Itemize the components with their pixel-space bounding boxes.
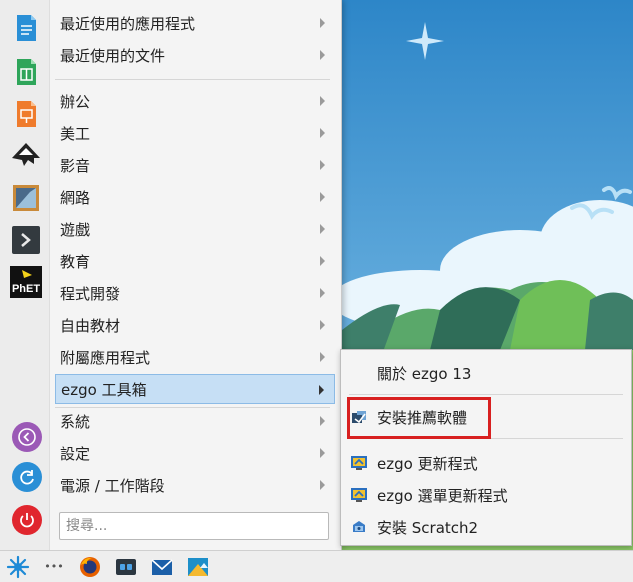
chevron-right-icon — [320, 352, 325, 362]
ezgo-menu-updater-item[interactable]: ezgo 選單更新程式 — [341, 480, 631, 510]
highlight-annotation-box — [347, 397, 491, 439]
menu-category-label: 最近使用的應用程式 — [60, 14, 196, 33]
menu-category-item[interactable]: 自由教材 — [55, 310, 335, 340]
ezgo-launcher-icon[interactable] — [6, 555, 30, 579]
about-ezgo-item[interactable]: 關於 ezgo 13 — [341, 358, 631, 388]
submenu-item-label: 安裝 Scratch2 — [377, 518, 479, 537]
menu-category-label: 電源 / 工作階段 — [60, 476, 165, 495]
chevron-right-icon — [320, 256, 325, 266]
submenu-item-label: 關於 ezgo 13 — [377, 364, 472, 383]
separator — [55, 79, 330, 80]
menu-category-label: 系統 — [60, 412, 91, 431]
refresh-icon[interactable] — [12, 462, 42, 492]
menu-category-label: 自由教材 — [60, 316, 121, 335]
menu-category-item[interactable]: 電源 / 工作階段 — [55, 470, 335, 500]
separator — [55, 407, 330, 408]
phet-label: PhET — [12, 283, 40, 295]
menu-category-label: 教育 — [60, 252, 91, 271]
menu-category-label: 最近使用的文件 — [60, 46, 166, 65]
chevron-right-icon — [320, 416, 325, 426]
menu-category-item[interactable]: 系統 — [55, 406, 335, 436]
chevron-right-icon — [319, 385, 324, 395]
scratch-icon — [351, 519, 367, 535]
chevron-right-icon — [320, 18, 325, 28]
document-writer-icon[interactable] — [10, 12, 42, 44]
menu-category-label: 美工 — [60, 124, 91, 143]
menu-category-label: 遊戲 — [60, 220, 91, 239]
menu-category-item[interactable]: ezgo 工具箱 — [55, 374, 335, 404]
application-menu: PhET 最近使用的應用程式 最近使用的文件 辦公美工影音網路遊戲教育程式開發自由教… — [0, 0, 342, 550]
chevron-right-icon — [320, 192, 325, 202]
chevron-right-icon — [320, 480, 325, 490]
submenu-item-label: ezgo 選單更新程式 — [377, 486, 508, 505]
search-input[interactable] — [59, 512, 329, 540]
update-icon — [351, 455, 367, 471]
chevron-right-icon — [320, 288, 325, 298]
menu-category-item[interactable]: 最近使用的應用程式 — [55, 8, 335, 38]
chevron-right-icon — [320, 128, 325, 138]
image-editor-icon[interactable] — [186, 555, 210, 579]
menu-category-item[interactable]: 影音 — [55, 150, 335, 180]
more-icon[interactable]: ••• — [42, 555, 66, 579]
inkscape-icon[interactable] — [10, 140, 42, 172]
menu-category-label: 網路 — [60, 188, 91, 207]
spreadsheet-icon[interactable] — [10, 56, 42, 88]
favorites-column: PhET — [0, 0, 50, 550]
ezgo-toolbox-submenu: 關於 ezgo 13 安裝推薦軟體 ezgo 更新程式 ezgo 選單更新程式 … — [340, 349, 632, 546]
taskbar: ••• — [0, 550, 633, 582]
menu-category-label: 辦公 — [60, 92, 91, 111]
menu-category-item[interactable]: 辦公 — [55, 86, 335, 116]
terminal-icon[interactable] — [10, 224, 42, 256]
chevron-right-icon — [320, 448, 325, 458]
ezgo-updater-item[interactable]: ezgo 更新程式 — [341, 448, 631, 478]
menu-category-label: 程式開發 — [60, 284, 121, 303]
menu-category-label: 附屬應用程式 — [60, 348, 151, 367]
separator — [349, 394, 623, 395]
menu-category-item[interactable]: 網路 — [55, 182, 335, 212]
power-icon[interactable] — [12, 505, 42, 535]
menu-category-item[interactable]: 程式開發 — [55, 278, 335, 308]
menu-category-item[interactable]: 附屬應用程式 — [55, 342, 335, 372]
menu-category-label: 設定 — [60, 444, 91, 463]
menu-category-label: ezgo 工具箱 — [61, 380, 147, 399]
menu-category-item[interactable]: 設定 — [55, 438, 335, 468]
submenu-item-label: ezgo 更新程式 — [377, 454, 478, 473]
chevron-right-icon — [320, 96, 325, 106]
image-viewer-icon[interactable] — [10, 182, 42, 214]
update-icon — [351, 487, 367, 503]
back-icon[interactable] — [12, 422, 42, 452]
firefox-icon[interactable] — [78, 555, 102, 579]
menu-category-item[interactable]: 教育 — [55, 246, 335, 276]
chevron-right-icon — [320, 224, 325, 234]
menu-category-item[interactable]: 遊戲 — [55, 214, 335, 244]
chevron-right-icon — [320, 320, 325, 330]
mail-icon[interactable] — [150, 555, 174, 579]
task-manager-icon[interactable] — [114, 555, 138, 579]
install-scratch2-item[interactable]: 安裝 Scratch2 — [341, 512, 631, 542]
chevron-right-icon — [320, 50, 325, 60]
menu-category-item[interactable]: 美工 — [55, 118, 335, 148]
menu-category-label: 影音 — [60, 156, 91, 175]
chevron-right-icon — [320, 160, 325, 170]
presentation-icon[interactable] — [10, 98, 42, 130]
phet-icon[interactable]: PhET — [10, 266, 42, 298]
menu-category-item[interactable]: 最近使用的文件 — [55, 40, 335, 70]
